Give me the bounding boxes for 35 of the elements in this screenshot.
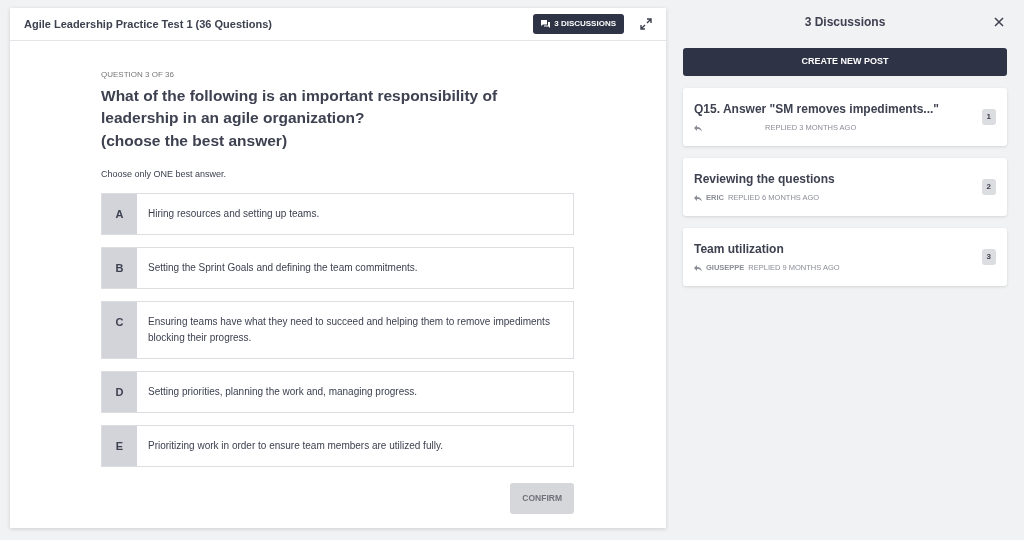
reply-icon [694,124,702,132]
option-text: Prioritizing work in order to ensure team members are utilized fully. [147,438,444,453]
answer-option[interactable]: A Hiring resources and setting up teams. [101,192,574,235]
question-text: (choose the best answer) [101,130,289,151]
option-text: Hiring resources and setting up teams. [147,206,321,221]
option-text: Setting priorities, planning the work and, managing progress. [147,384,419,399]
option-letter: D [102,371,137,412]
option-text: Ensuring teams have what they need to succeed and helping them to remove impediments blocking their progress. [147,314,551,345]
reply-count: 3 [981,249,996,265]
option-letter: B [102,247,137,288]
reply-count: 2 [981,179,996,195]
chat-icon [541,20,551,28]
expand-icon[interactable] [640,18,652,30]
question-counter: QUESTION 3 OF 36 [101,69,175,81]
answer-option[interactable]: D Setting priorities, planning the work and, managing progress. [101,370,574,413]
answer-option[interactable]: C Ensuring teams have what they need to succeed and helping them to remove impediments blocking their progress. [101,300,574,359]
close-icon[interactable] [994,17,1004,27]
post-title: Team utilization [694,241,785,259]
option-letter: E [102,425,137,466]
reply-icon [694,264,702,272]
create-post-button[interactable]: CREATE NEW POST [683,48,1007,76]
answer-option[interactable]: B Setting the Sprint Goals and defining the team commitments. [101,246,574,289]
option-letter: C [102,301,137,358]
reply-count: 1 [981,109,996,125]
post-title: Reviewing the questions [694,171,835,189]
panel-title: 3 Discussions [804,14,886,31]
option-text: Setting the Sprint Goals and defining the team commitments. [147,260,419,275]
instruction-text: Choose only ONE best answer. [101,168,228,182]
question-text: What of the following is an important responsibility of leadership in an agile organization? [101,86,499,129]
post-title: Q15. Answer "SM removes impediments..." [694,101,939,119]
reply-icon [694,194,702,202]
test-title: Agile Leadership Practice Test 1 (36 Questions) [24,16,272,32]
answer-option[interactable]: E Prioritizing work in order to ensure team members are utilized fully. [101,424,574,467]
discussions-button[interactable]: 3 DISCUSSIONS [533,14,624,34]
option-letter: A [102,193,137,234]
